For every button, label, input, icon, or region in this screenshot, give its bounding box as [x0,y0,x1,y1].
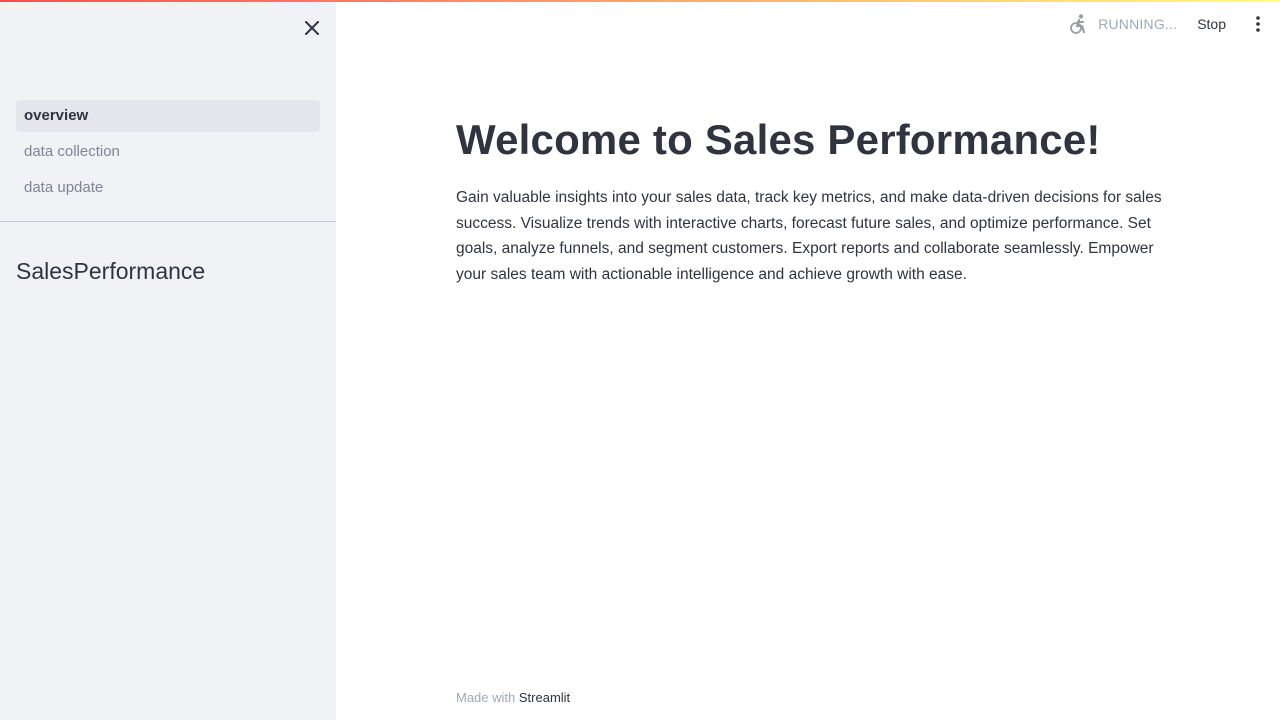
sidebar-item-overview[interactable]: overview [16,100,320,132]
sidebar-title: SalesPerformance [16,258,206,284]
footer: Made with Streamlit [456,690,570,705]
close-sidebar-button[interactable] [300,16,324,40]
footer-prefix: Made with [456,690,516,705]
sidebar-item-data-collection[interactable]: data collection [16,136,320,168]
sidebar-divider [0,221,336,222]
sidebar-nav: overview data collection data update [16,100,320,208]
page-title: Welcome to Sales Performance! [456,116,1101,163]
streamlit-link[interactable]: Streamlit [519,690,570,705]
close-icon [305,21,319,35]
top-decoration-bar [0,0,1280,2]
main-content: Welcome to Sales Performance! Gain valua… [336,0,1280,720]
sidebar-item-label: data collection [24,143,120,160]
sidebar-item-label: data update [24,179,104,196]
sidebar-item-label: overview [24,107,89,124]
sidebar: overview data collection data update Sal… [0,0,336,720]
page-description: Gain valuable insights into your sales d… [456,189,1162,283]
sidebar-item-data-update[interactable]: data update [16,172,320,204]
